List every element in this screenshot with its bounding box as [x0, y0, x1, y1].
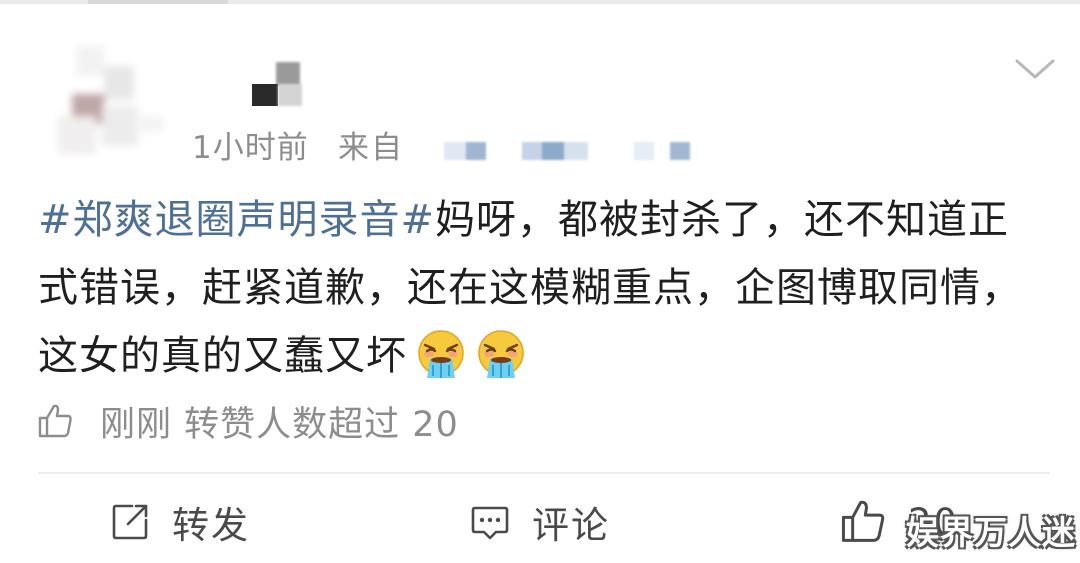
comment-label: 评论	[532, 504, 610, 547]
vomit-emoji-icon	[418, 330, 464, 378]
divider	[38, 472, 1050, 474]
post-source-label: 来自	[338, 130, 404, 166]
comment-icon	[471, 506, 509, 540]
top-separator	[0, 0, 1080, 4]
username-redacted[interactable]	[252, 62, 304, 108]
comment-button[interactable]: 评论	[470, 496, 610, 548]
post-content: #郑爽退圈声明录音#妈呀，都被封杀了，还不知道正式错误，赶紧道歉，还在这模糊重点…	[38, 186, 1048, 390]
watermark: 娱界万人迷	[906, 513, 1076, 552]
repost-label: 转发	[172, 504, 250, 547]
engagement-stats: 刚刚 转赞人数超过 20	[36, 396, 459, 446]
post-source-redacted[interactable]	[444, 138, 694, 164]
avatar[interactable]	[58, 46, 168, 158]
stats-text: 刚刚 转赞人数超过 20	[100, 404, 459, 445]
post-time: 1小时前	[192, 130, 309, 166]
thumbs-up-icon	[841, 500, 885, 542]
chevron-down-icon[interactable]	[1014, 56, 1056, 82]
hashtag-link[interactable]: #郑爽退圈声明录音#	[38, 197, 435, 243]
vomit-emoji-icon	[478, 330, 524, 378]
repost-icon	[112, 504, 148, 540]
thumbs-up-icon	[38, 404, 72, 438]
repost-button[interactable]: 转发	[110, 496, 250, 548]
